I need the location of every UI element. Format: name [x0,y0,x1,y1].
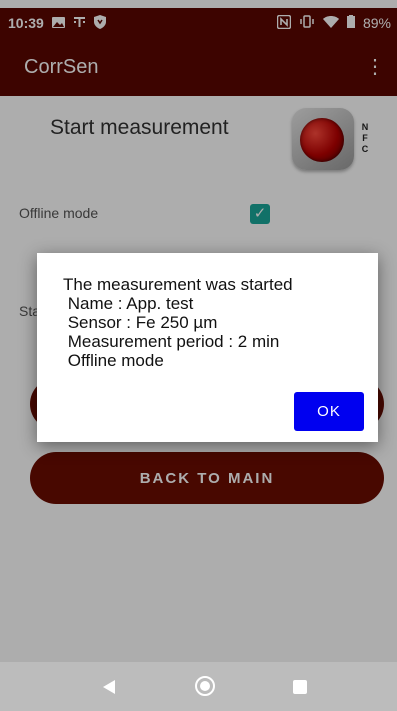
dialog-message: The measurement was started Name : App. … [63,275,293,370]
dialog-line: Sensor : Fe 250 µm [63,313,218,332]
home-icon[interactable] [195,676,215,696]
ok-button[interactable]: OK [294,392,364,431]
measurement-dialog: The measurement was started Name : App. … [37,253,378,442]
dialog-line: The measurement was started [63,275,293,294]
navigation-bar [0,662,397,711]
dialog-line: Name : App. test [63,294,194,313]
recents-icon[interactable] [293,680,307,694]
back-icon[interactable] [103,680,115,694]
dialog-line: Measurement period : 2 min [63,332,280,351]
dialog-line: Offline mode [63,351,164,370]
